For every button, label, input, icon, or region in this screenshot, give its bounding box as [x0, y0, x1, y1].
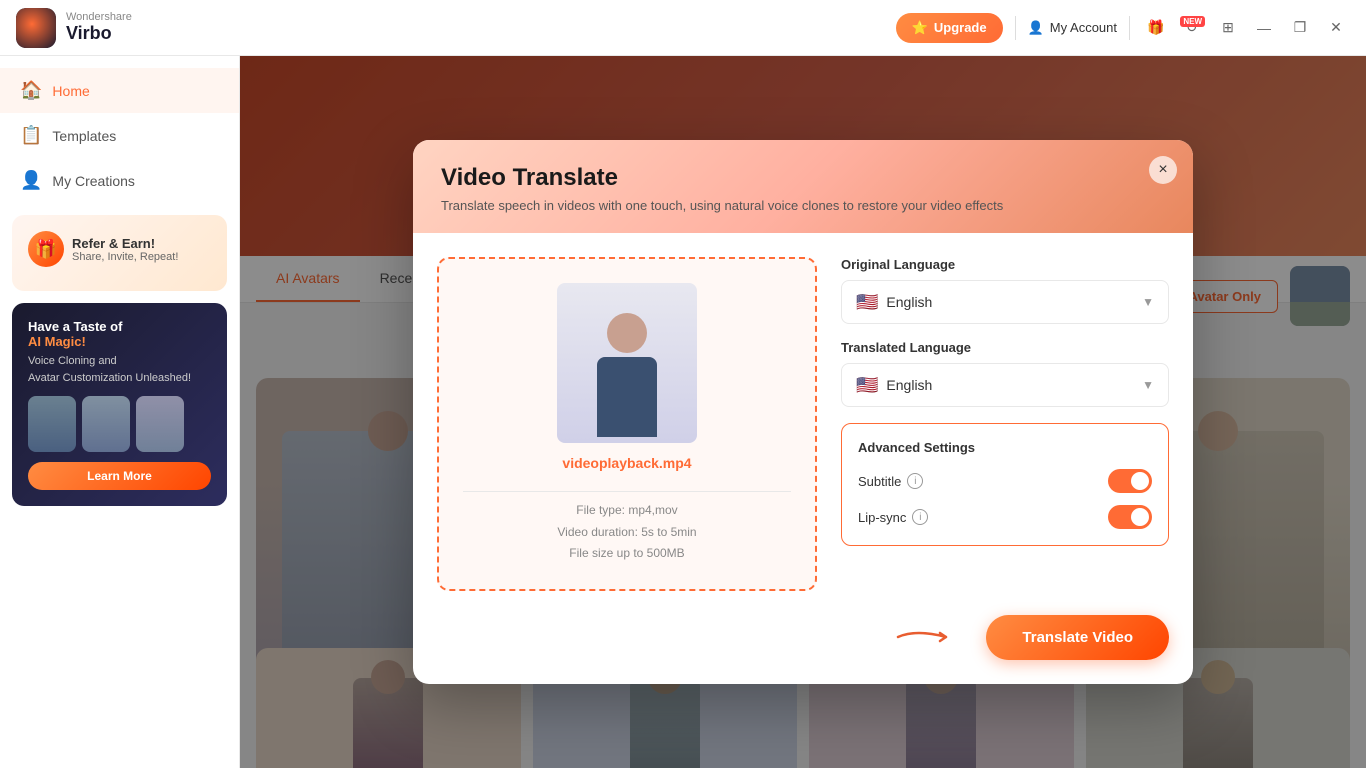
lipsync-label: Lip-sync i — [858, 509, 928, 525]
original-language-select[interactable]: 🇺🇸 English ▼ — [841, 280, 1169, 324]
app-name-label: Virbo — [66, 23, 132, 44]
arrow-svg — [896, 625, 966, 649]
sidebar-item-home-label: Home — [52, 83, 89, 99]
app-brand-label: Wondershare — [66, 11, 132, 23]
ai-card-preview-images — [28, 396, 211, 452]
chevron-down-icon-2: ▼ — [1142, 378, 1154, 392]
app-body: 🏠 Home 📋 Templates 👤 My Creations 🎁 Refe… — [0, 56, 1366, 768]
modal-header: Video Translate Translate speech in vide… — [413, 140, 1193, 233]
lipsync-setting-row: Lip-sync i — [858, 505, 1152, 529]
translated-language-field: Translated Language 🇺🇸 English ▼ — [841, 340, 1169, 407]
main-content: AI Avatars Recent Export Avatar Only 🔍 — [240, 56, 1366, 768]
subtitle-toggle[interactable] — [1108, 469, 1152, 493]
modal-backdrop: Video Translate Translate speech in vide… — [240, 56, 1366, 768]
info-letter: i — [914, 476, 916, 487]
ai-card-sub: Voice Cloning andAvatar Customization Un… — [28, 353, 211, 386]
translated-language-select[interactable]: 🇺🇸 English ▼ — [841, 363, 1169, 407]
refer-badge-icon: 🎁 — [28, 231, 64, 267]
app-logo — [16, 8, 56, 48]
subtitle-info-icon[interactable]: i — [907, 473, 923, 489]
sidebar-item-home[interactable]: 🏠 Home — [0, 68, 239, 113]
user-icon: 👤 — [1028, 20, 1044, 36]
my-account-button[interactable]: 👤 My Account — [1028, 20, 1117, 36]
right-panel: Original Language 🇺🇸 English ▼ — [841, 257, 1169, 591]
titlebar-actions: ⭐ Upgrade 👤 My Account 🎁 NEW ↺ ⊞ — ❐ — [896, 13, 1350, 43]
restore-icon: ❐ — [1294, 19, 1307, 36]
minimize-icon: — — [1257, 20, 1271, 36]
translate-video-button[interactable]: Translate Video — [986, 615, 1169, 660]
titlebar: Wondershare Virbo ⭐ Upgrade 👤 My Account… — [0, 0, 1366, 56]
modal-subtitle: Translate speech in videos with one touc… — [441, 198, 1165, 213]
translated-language-value: English — [886, 377, 932, 393]
close-icon: ✕ — [1330, 19, 1342, 36]
refer-sub: Share, Invite, Repeat! — [72, 251, 178, 263]
refer-top: 🎁 Refer & Earn! Share, Invite, Repeat! — [28, 231, 211, 267]
sidebar-item-templates-label: Templates — [52, 128, 116, 144]
sidebar-item-my-creations[interactable]: 👤 My Creations — [0, 158, 239, 203]
us-flag-icon-2: 🇺🇸 — [856, 375, 878, 396]
modal-footer: Translate Video — [413, 615, 1193, 684]
templates-icon: 📋 — [20, 125, 42, 146]
person-head — [607, 313, 647, 353]
learn-more-button[interactable]: Learn More — [28, 462, 211, 490]
window-controls: 🎁 NEW ↺ ⊞ — ❐ ✕ — [1142, 14, 1350, 42]
divider — [463, 491, 791, 492]
subtitle-label: Subtitle i — [858, 473, 923, 489]
advanced-settings-title: Advanced Settings — [858, 440, 1152, 455]
video-translate-modal: Video Translate Translate speech in vide… — [413, 140, 1193, 684]
my-creations-icon: 👤 — [20, 170, 42, 191]
separator — [1015, 16, 1016, 40]
upgrade-label: Upgrade — [934, 20, 987, 35]
original-language-field: Original Language 🇺🇸 English ▼ — [841, 257, 1169, 324]
my-account-label: My Account — [1050, 20, 1117, 35]
arrow-hint — [896, 625, 966, 649]
refer-title: Refer & Earn! — [72, 236, 178, 251]
original-language-label: Original Language — [841, 257, 1169, 272]
modal-title: Video Translate — [441, 164, 1165, 192]
refresh-icon-btn[interactable]: NEW ↺ — [1178, 14, 1206, 42]
close-button[interactable]: ✕ — [1322, 14, 1350, 42]
new-badge: NEW — [1180, 16, 1205, 27]
close-icon: × — [1158, 161, 1167, 179]
person-body — [597, 357, 657, 437]
toggle-slider-2 — [1108, 505, 1152, 529]
ai-magic-card: Have a Taste of AI Magic! Voice Cloning … — [12, 303, 227, 506]
video-preview — [557, 283, 697, 443]
sidebar: 🏠 Home 📋 Templates 👤 My Creations 🎁 Refe… — [0, 56, 240, 768]
file-info: File type: mp4,mov Video duration: 5s to… — [557, 500, 696, 565]
chevron-down-icon: ▼ — [1142, 295, 1154, 309]
minimize-button[interactable]: — — [1250, 14, 1278, 42]
gift-icon-btn[interactable]: 🎁 — [1142, 14, 1170, 42]
home-icon: 🏠 — [20, 80, 42, 101]
gift-icon: 🎁 — [1147, 19, 1164, 36]
restore-button[interactable]: ❐ — [1286, 14, 1314, 42]
sidebar-item-my-creations-label: My Creations — [52, 173, 134, 189]
separator2 — [1129, 16, 1130, 40]
modal-close-button[interactable]: × — [1149, 156, 1177, 184]
us-flag-icon: 🇺🇸 — [856, 292, 878, 313]
person-figure — [587, 313, 667, 443]
upload-area[interactable]: videoplayback.mp4 File type: mp4,mov Vid… — [437, 257, 817, 591]
subtitle-setting-row: Subtitle i — [858, 469, 1152, 493]
original-language-value: English — [886, 294, 932, 310]
advanced-settings-panel: Advanced Settings Subtitle i — [841, 423, 1169, 546]
grid-icon-btn[interactable]: ⊞ — [1214, 14, 1242, 42]
upgrade-star-icon: ⭐ — [912, 20, 928, 36]
info-letter-2: i — [919, 512, 921, 523]
upgrade-button[interactable]: ⭐ Upgrade — [896, 13, 1003, 43]
sidebar-item-templates[interactable]: 📋 Templates — [0, 113, 239, 158]
ai-card-title: Have a Taste of AI Magic! — [28, 319, 211, 349]
file-name: videoplayback.mp4 — [562, 455, 691, 471]
app-name-block: Wondershare Virbo — [66, 11, 132, 44]
toggle-slider — [1108, 469, 1152, 493]
grid-icon: ⊞ — [1222, 19, 1234, 36]
refer-earn-card: 🎁 Refer & Earn! Share, Invite, Repeat! — [12, 215, 227, 291]
app-brand-area: Wondershare Virbo — [16, 8, 132, 48]
modal-body: videoplayback.mp4 File type: mp4,mov Vid… — [413, 233, 1193, 615]
lipsync-toggle[interactable] — [1108, 505, 1152, 529]
translated-language-label: Translated Language — [841, 340, 1169, 355]
lipsync-info-icon[interactable]: i — [912, 509, 928, 525]
